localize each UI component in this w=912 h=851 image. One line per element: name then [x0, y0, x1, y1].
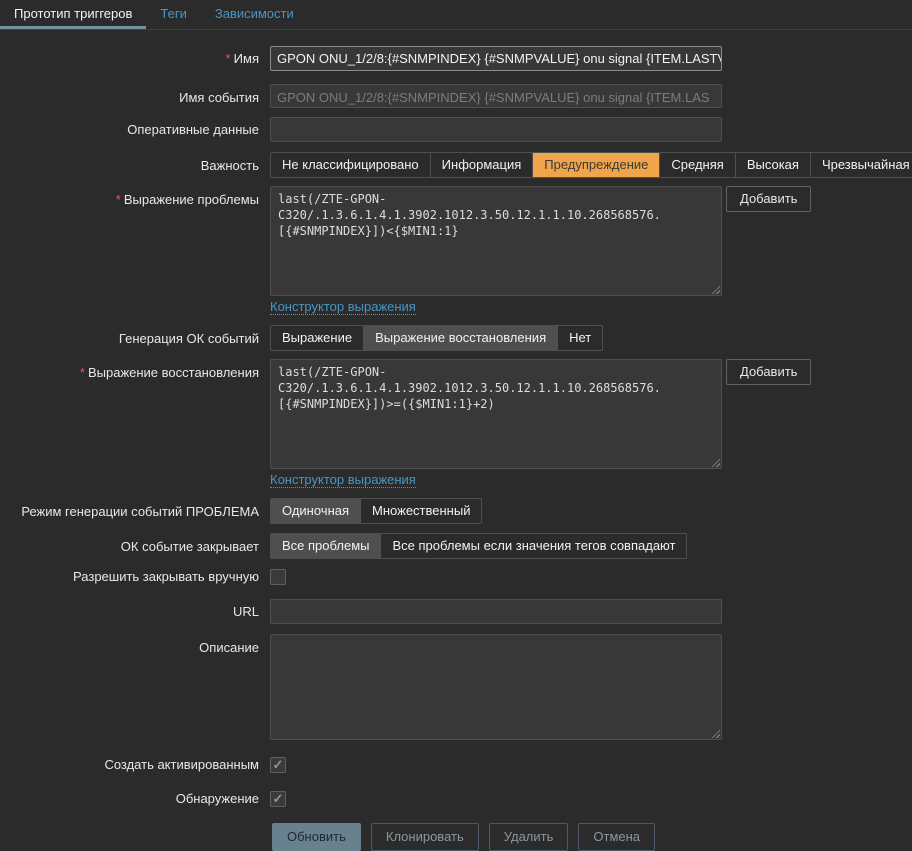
- tab-dependencies[interactable]: Зависимости: [201, 0, 308, 29]
- severity-option-warning[interactable]: Предупреждение: [533, 153, 660, 177]
- ok-event-closes-segmented-control: Все проблемы Все проблемы если значения …: [270, 533, 687, 559]
- severity-option-average[interactable]: Средняя: [660, 153, 735, 177]
- expression-constructor-link[interactable]: Конструктор выражения: [270, 472, 416, 488]
- url-input[interactable]: [270, 599, 722, 624]
- event-mode-option-multiple[interactable]: Множественный: [361, 499, 481, 523]
- recovery-expression-textarea[interactable]: last(/ZTE-GPON- C320/.1.3.6.1.4.1.3902.1…: [270, 359, 722, 469]
- name-row: *Имя GPON ONU_1/2/8:{#SNMPINDEX} {#SNMPV…: [0, 46, 912, 71]
- required-asterisk: *: [226, 51, 231, 66]
- opdata-label: Оперативные данные: [0, 121, 270, 138]
- recovery-expression-row: *Выражение восстановления last(/ZTE-GPON…: [0, 359, 912, 488]
- description-textarea[interactable]: [270, 634, 722, 740]
- url-label: URL: [0, 603, 270, 620]
- resize-handle-icon[interactable]: [710, 728, 720, 738]
- ok-generation-option-none[interactable]: Нет: [558, 326, 602, 350]
- problem-expression-textarea[interactable]: last(/ZTE-GPON- C320/.1.3.6.1.4.1.3902.1…: [270, 186, 722, 296]
- ok-closes-option-all-problems-if-tags-match[interactable]: Все проблемы если значения тегов совпада…: [381, 534, 686, 558]
- ok-event-closes-label: ОК событие закрывает: [0, 538, 270, 555]
- event-name-label: Имя события: [0, 84, 270, 106]
- opdata-row: Оперативные данные: [0, 117, 912, 142]
- severity-label: Важность: [0, 157, 270, 174]
- recovery-expression-add-button[interactable]: Добавить: [726, 359, 811, 385]
- ok-event-generation-label: Генерация ОК событий: [0, 330, 270, 347]
- resize-handle-icon[interactable]: [710, 284, 720, 294]
- event-name-row: Имя события GPON ONU_1/2/8:{#SNMPINDEX} …: [0, 84, 912, 108]
- delete-button[interactable]: Удалить: [489, 823, 569, 851]
- manual-close-label: Разрешить закрывать вручную: [0, 568, 270, 585]
- cancel-button[interactable]: Отмена: [578, 823, 655, 851]
- required-asterisk: *: [80, 365, 85, 380]
- name-input[interactable]: GPON ONU_1/2/8:{#SNMPINDEX} {#SNMPVALUE}…: [270, 46, 722, 71]
- severity-segmented-control: Не классифицировано Информация Предупреж…: [270, 152, 912, 178]
- recovery-expression-label: *Выражение восстановления: [0, 359, 270, 381]
- manual-close-checkbox[interactable]: [270, 569, 286, 585]
- form-footer: Обновить Клонировать Удалить Отмена: [0, 823, 912, 851]
- ok-generation-option-recovery-expression[interactable]: Выражение восстановления: [364, 326, 558, 350]
- description-row: Описание: [0, 634, 912, 740]
- opdata-input[interactable]: [270, 117, 722, 142]
- ok-event-generation-row: Генерация ОК событий Выражение Выражение…: [0, 325, 912, 351]
- url-row: URL: [0, 599, 912, 624]
- required-asterisk: *: [116, 192, 121, 207]
- update-button[interactable]: Обновить: [272, 823, 361, 851]
- event-mode-option-single[interactable]: Одиночная: [271, 499, 361, 523]
- ok-event-generation-segmented-control: Выражение Выражение восстановления Нет: [270, 325, 603, 351]
- name-label: *Имя: [0, 50, 270, 67]
- event-name-input[interactable]: GPON ONU_1/2/8:{#SNMPINDEX} {#SNMPVALUE}…: [270, 84, 722, 108]
- ok-generation-option-expression[interactable]: Выражение: [271, 326, 364, 350]
- create-enabled-row: Создать активированным ✓: [0, 756, 912, 773]
- tab-bar: Прототип триггеров Теги Зависимости: [0, 0, 912, 30]
- severity-option-information[interactable]: Информация: [431, 153, 534, 177]
- problem-event-mode-segmented-control: Одиночная Множественный: [270, 498, 482, 524]
- severity-option-high[interactable]: Высокая: [736, 153, 811, 177]
- trigger-prototype-form: *Имя GPON ONU_1/2/8:{#SNMPINDEX} {#SNMPV…: [0, 30, 912, 851]
- severity-option-disaster[interactable]: Чрезвычайная: [811, 153, 912, 177]
- discover-row: Обнаружение ✓: [0, 790, 912, 807]
- problem-expression-row: *Выражение проблемы last(/ZTE-GPON- C320…: [0, 186, 912, 315]
- tab-tags[interactable]: Теги: [146, 0, 200, 29]
- problem-event-mode-row: Режим генерации событий ПРОБЛЕМА Одиночн…: [0, 498, 912, 524]
- ok-event-closes-row: ОК событие закрывает Все проблемы Все пр…: [0, 533, 912, 559]
- discover-label: Обнаружение: [0, 790, 270, 807]
- problem-expression-add-button[interactable]: Добавить: [726, 186, 811, 212]
- create-enabled-label: Создать активированным: [0, 756, 270, 773]
- ok-closes-option-all-problems[interactable]: Все проблемы: [271, 534, 381, 558]
- severity-option-not-classified[interactable]: Не классифицировано: [271, 153, 431, 177]
- problem-event-mode-label: Режим генерации событий ПРОБЛЕМА: [0, 503, 270, 520]
- expression-constructor-link[interactable]: Конструктор выражения: [270, 299, 416, 315]
- checkmark-icon: ✓: [273, 758, 284, 772]
- clone-button[interactable]: Клонировать: [371, 823, 479, 851]
- problem-expression-label: *Выражение проблемы: [0, 186, 270, 208]
- tab-trigger-prototype[interactable]: Прототип триггеров: [0, 0, 146, 29]
- create-enabled-checkbox[interactable]: ✓: [270, 757, 286, 773]
- severity-row: Важность Не классифицировано Информация …: [0, 152, 912, 178]
- checkmark-icon: ✓: [273, 792, 284, 806]
- discover-checkbox[interactable]: ✓: [270, 791, 286, 807]
- description-label: Описание: [0, 634, 270, 656]
- manual-close-row: Разрешить закрывать вручную: [0, 568, 912, 585]
- resize-handle-icon[interactable]: [710, 457, 720, 467]
